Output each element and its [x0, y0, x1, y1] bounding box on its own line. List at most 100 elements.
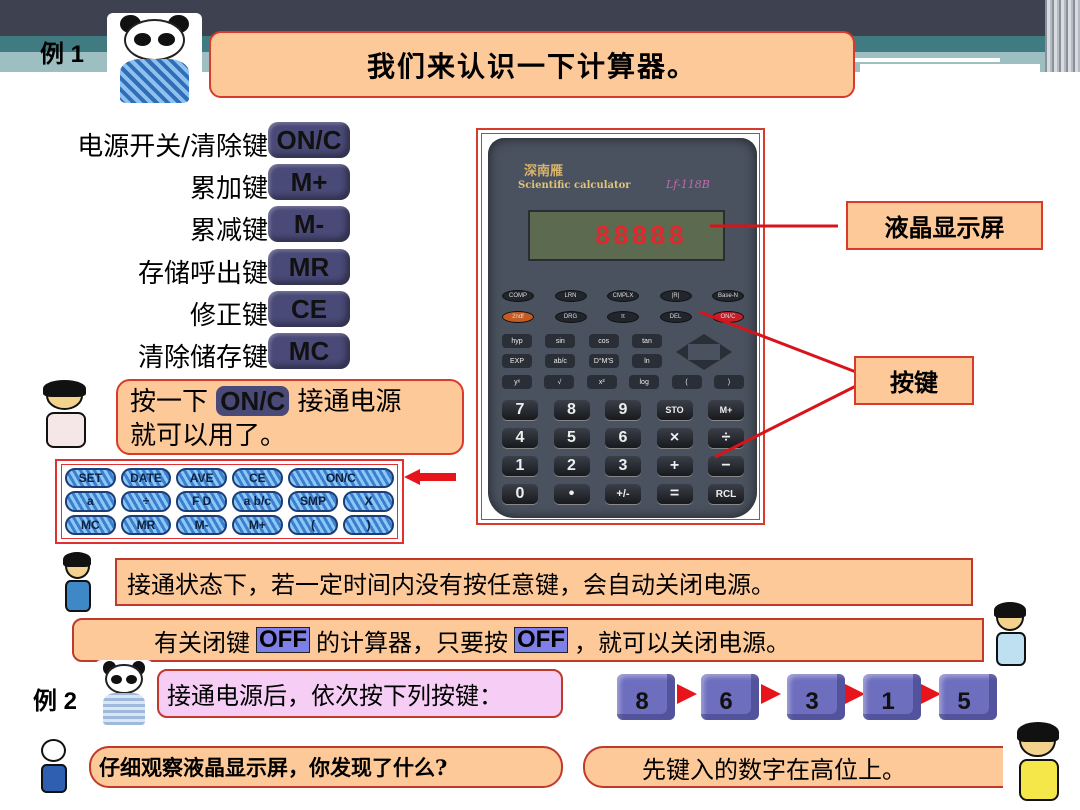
- legend-label: 清除储存键: [137, 343, 268, 373]
- calc-fn-row: COMP LRN CMPLX |R| Base-N: [502, 290, 744, 302]
- panda-icon: [107, 13, 202, 105]
- calc-key: ÷: [708, 428, 744, 448]
- sequence-key: 1: [863, 674, 921, 720]
- calculator-image: 深南雁 Scientific calculator Lf-118B 88888 …: [476, 128, 765, 525]
- calc-key: 5: [553, 428, 590, 448]
- calc-key: sin: [545, 334, 576, 348]
- calc-key: STO: [656, 400, 693, 420]
- calc-key: •: [553, 484, 590, 504]
- keypad-key: a: [65, 491, 116, 512]
- calc-key: DEL: [659, 311, 692, 323]
- calc-key: +: [656, 456, 693, 476]
- calc-key: RCL: [708, 484, 744, 504]
- calc-key: ): [713, 375, 744, 389]
- on-c-key: ON/C: [268, 122, 350, 158]
- calculator-model: Lf-118B: [666, 178, 710, 191]
- calc-key: D°M′S: [588, 354, 619, 368]
- arrow-right-icon: [761, 684, 781, 704]
- calc-num-row: 4 5 6 × ÷: [502, 428, 744, 448]
- speech-bubble-power-on: 按一下 ON/C 接通电源 就可以用了。: [116, 379, 464, 455]
- keypad-key: a b/c: [232, 491, 283, 512]
- lcd-display: 88888: [528, 210, 725, 261]
- speech-text: 就可以用了。: [130, 421, 287, 451]
- calc-key: 0: [502, 484, 538, 504]
- calc-key: (: [671, 375, 702, 389]
- keypad-key: X: [343, 491, 394, 512]
- example-1-label: 例 1: [40, 41, 85, 68]
- calc-num-row: 0 • +/- = RCL: [502, 484, 744, 504]
- calc-key: COMP: [502, 290, 534, 302]
- calc-key: 9: [605, 400, 641, 420]
- keypad-key: SET: [65, 468, 116, 489]
- keypad-key: F D: [176, 491, 227, 512]
- callout-lcd-display: 液晶显示屏: [846, 201, 1043, 250]
- calc-key: log: [629, 375, 660, 389]
- calc-sci-row: hyp sin cos tan: [502, 334, 662, 348]
- calc-key: hyp: [502, 334, 532, 348]
- ce-key: CE: [268, 291, 350, 327]
- page-title: 我们来认识一下计算器。: [209, 31, 855, 98]
- calculator-brand: 深南雁: [524, 164, 564, 179]
- boy-icon: [1004, 722, 1074, 806]
- calculator-body: 深南雁 Scientific calculator Lf-118B 88888 …: [488, 138, 757, 518]
- keypad-key: MR: [120, 514, 172, 535]
- legend-label: 累减键: [189, 216, 268, 246]
- calc-key: =: [656, 484, 693, 504]
- calc-key: π: [607, 311, 639, 323]
- on-c-key-inline: ON/C: [216, 386, 290, 416]
- answer-box: 先键入的数字在高位上。: [583, 746, 1003, 788]
- calc-key: x²: [586, 375, 617, 389]
- calc-key: ab/c: [545, 354, 576, 368]
- calc-key: 8: [553, 400, 590, 420]
- mr-key: MR: [268, 249, 350, 285]
- calc-key-2ndf: 2ndf: [502, 311, 534, 323]
- calc-key: 1: [502, 456, 538, 476]
- keypad-key: ): [343, 514, 394, 535]
- header-divider-block: [860, 64, 1040, 72]
- mc-key: MC: [268, 333, 350, 369]
- calc-sci-row: EXP ab/c D°M′S ln: [502, 354, 662, 368]
- calculator-brand-en: Scientific calculator: [518, 180, 631, 191]
- calc-key: ×: [656, 428, 693, 448]
- legend-label: 电源开关/清除键: [77, 132, 268, 162]
- calc-key: 2: [553, 456, 590, 476]
- runner-icon: [30, 738, 78, 796]
- girl-icon: [30, 380, 102, 452]
- off-key: OFF: [256, 627, 310, 653]
- keypad-image: SET DATE AVE CE ON/C a ÷ F D a b/c SMP X…: [55, 459, 404, 544]
- boy-icon: [984, 602, 1038, 670]
- arrow-right-icon: [845, 684, 865, 704]
- speech-text: 按一下: [130, 387, 209, 417]
- calc-num-row: 1 2 3 + −: [502, 456, 744, 476]
- example-2-label: 例 2: [33, 688, 78, 715]
- keypad-key: CE: [232, 468, 283, 489]
- legend-label: 修正键: [189, 301, 268, 331]
- keypad-key: SMP: [287, 491, 339, 512]
- calc-key: 7: [502, 400, 538, 420]
- calc-key: 4: [502, 428, 538, 448]
- legend-label: 累加键: [189, 174, 268, 204]
- calc-key: √: [544, 375, 575, 389]
- girl-icon: [54, 552, 102, 616]
- sequence-key: 6: [701, 674, 759, 720]
- note-text: ，就可以关闭电源。: [574, 628, 790, 657]
- note-off-key: 有关闭键 OFF 的计算器，只要按 OFF ，就可以关闭电源。: [72, 618, 984, 662]
- off-key: OFF: [514, 627, 568, 653]
- question-box: 仔细观察液晶显示屏，你发现了什么?: [89, 746, 563, 788]
- instruction-box: 接通电源后，依次按下列按键：: [157, 669, 563, 718]
- calc-fn-row: 2ndf DRG π DEL ON/C: [502, 311, 744, 323]
- calc-key: CMPLX: [607, 290, 639, 302]
- arrow-right-icon: [677, 684, 697, 704]
- calc-key: tan: [631, 334, 662, 348]
- arrow-left-icon: [404, 469, 456, 485]
- sequence-key: 8: [617, 674, 675, 720]
- calc-sci-row: yˣ √ x² log ( ): [502, 375, 744, 389]
- calc-key: 3: [605, 456, 641, 476]
- calc-key: +/-: [605, 484, 641, 504]
- keypad-key: M-: [176, 514, 227, 535]
- keypad-key-on-c: ON/C: [287, 468, 394, 489]
- speech-text: 接通电源: [297, 387, 402, 417]
- calc-key: cos: [588, 334, 619, 348]
- calc-key: ln: [631, 354, 662, 368]
- keypad-key: MC: [65, 514, 116, 535]
